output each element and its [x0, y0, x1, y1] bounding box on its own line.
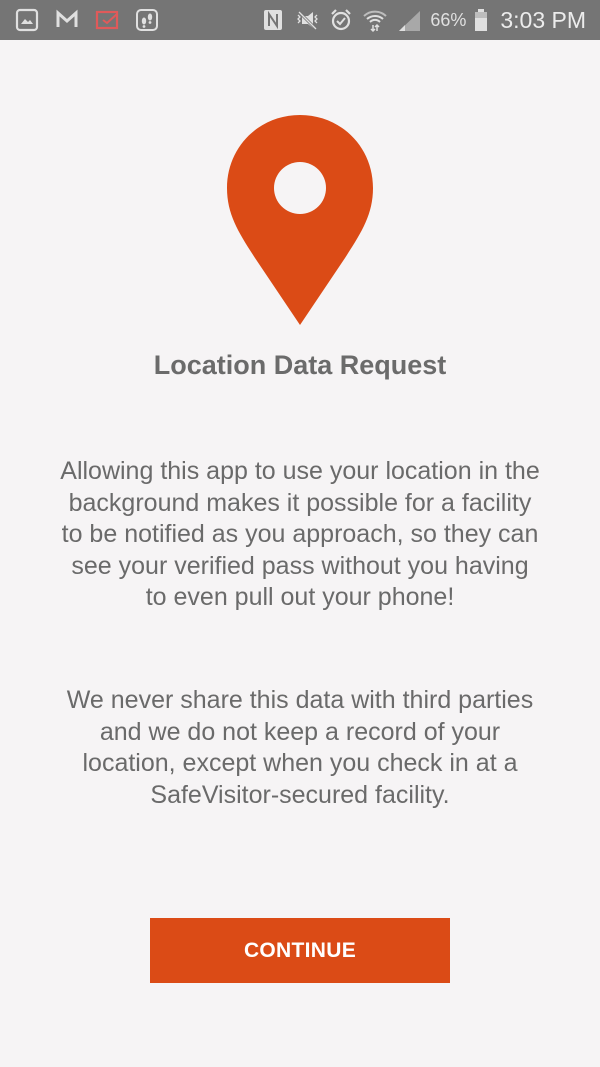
nfc-icon: [260, 7, 286, 33]
description-paragraph-privacy: We never share this data with third part…: [66, 686, 534, 809]
alarm-icon: [328, 7, 354, 33]
wifi-icon: [362, 7, 388, 33]
notification-icons: [14, 0, 160, 40]
email-icon: [94, 7, 120, 33]
page-title: Location Data Request: [153, 350, 447, 380]
status-bar: 66% 3:03 PM: [0, 0, 600, 40]
gmail-icon: [54, 7, 80, 33]
step-counter-icon: [134, 7, 160, 33]
system-icons: 66% 3:03 PM: [260, 0, 586, 40]
clock: 3:03 PM: [500, 6, 586, 33]
battery-percentage: 66%: [430, 9, 467, 30]
description-paragraph-background-location: Allowing this app to use your location i…: [60, 457, 540, 611]
gallery-icon: [14, 7, 40, 33]
battery-icon: [474, 7, 488, 33]
continue-button[interactable]: CONTINUE: [150, 918, 450, 983]
cell-signal-icon: [396, 7, 422, 33]
vibrate-mute-icon: [294, 7, 320, 33]
location-pin-icon: [227, 115, 373, 325]
